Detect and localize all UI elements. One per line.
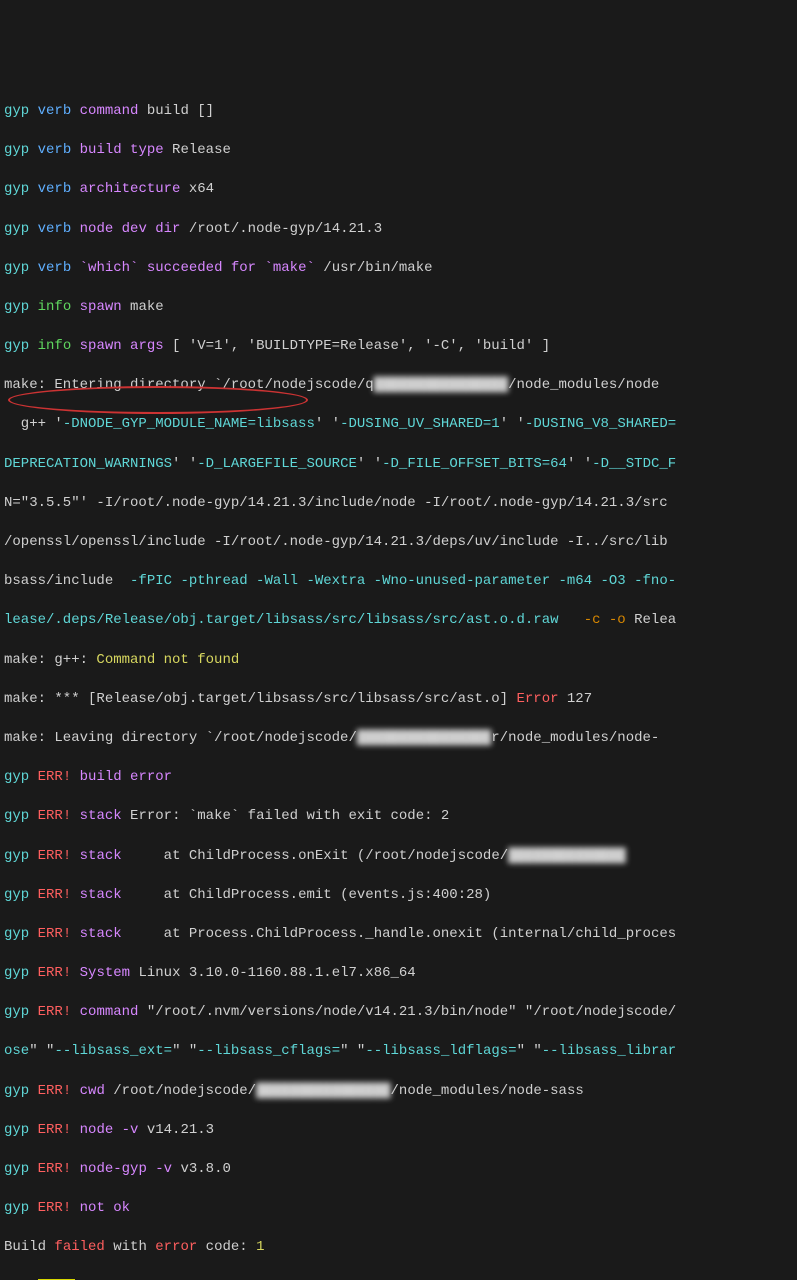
log-line: DEPRECATION_WARNINGS' '-D_LARGEFILE_SOUR…	[4, 455, 793, 475]
redacted-text: ████████████████	[256, 1083, 390, 1099]
log-line: /openssl/openssl/include -I/root/.node-g…	[4, 533, 793, 553]
log-line: gyp ERR! stack Error: `make` failed with…	[4, 807, 793, 827]
redacted-text: ██████████████	[508, 848, 626, 864]
warn-badge: WARN	[38, 1279, 76, 1280]
terminal-output: gyp verb command build [] gyp verb build…	[4, 82, 793, 1280]
log-line: gyp ERR! System Linux 3.10.0-1160.88.1.e…	[4, 964, 793, 984]
log-line: bsass/include -fPIC -pthread -Wall -Wext…	[4, 572, 793, 592]
log-line: Build failed with error code: 1	[4, 1238, 793, 1258]
log-line: make: *** [Release/obj.target/libsass/sr…	[4, 690, 793, 710]
log-line: gyp ERR! stack at ChildProcess.emit (eve…	[4, 886, 793, 906]
log-line: gyp ERR! not ok	[4, 1199, 793, 1219]
redacted-text: ████████████████	[374, 377, 508, 393]
log-line: gyp ERR! stack at Process.ChildProcess._…	[4, 925, 793, 945]
log-line: ose" "--libsass_ext=" "--libsass_cflags=…	[4, 1042, 793, 1062]
log-line: make: Entering directory `/root/nodejsco…	[4, 376, 793, 396]
log-line: g++ '-DNODE_GYP_MODULE_NAME=libsass' '-D…	[4, 415, 793, 435]
log-line: gyp ERR! cwd /root/nodejscode/██████████…	[4, 1082, 793, 1102]
log-line: N="3.5.5"' -I/root/.node-gyp/14.21.3/inc…	[4, 494, 793, 514]
log-line: make: Leaving directory `/root/nodejscod…	[4, 729, 793, 749]
log-line: gyp verb architecture x64	[4, 180, 793, 200]
log-line: gyp verb build type Release	[4, 141, 793, 161]
log-line: gyp ERR! node-gyp -v v3.8.0	[4, 1160, 793, 1180]
log-line: gyp ERR! node -v v14.21.3	[4, 1121, 793, 1141]
log-line: gyp ERR! build error	[4, 768, 793, 788]
log-line: gyp verb `which` succeeded for `make` /u…	[4, 259, 793, 279]
log-line: gyp verb command build []	[4, 102, 793, 122]
redacted-text: ████████████████	[357, 730, 491, 746]
log-line: gyp info spawn make	[4, 298, 793, 318]
log-line: npm WARN optional SKIPPING OPTIONAL DEPE…	[4, 1278, 793, 1280]
error-highlight-line: make: g++: Command not found	[4, 651, 793, 671]
log-line: gyp ERR! stack at ChildProcess.onExit (/…	[4, 847, 793, 867]
log-line: gyp verb node dev dir /root/.node-gyp/14…	[4, 220, 793, 240]
log-line: gyp info spawn args [ 'V=1', 'BUILDTYPE=…	[4, 337, 793, 357]
log-line: lease/.deps/Release/obj.target/libsass/s…	[4, 611, 793, 631]
log-line: gyp ERR! command "/root/.nvm/versions/no…	[4, 1003, 793, 1023]
